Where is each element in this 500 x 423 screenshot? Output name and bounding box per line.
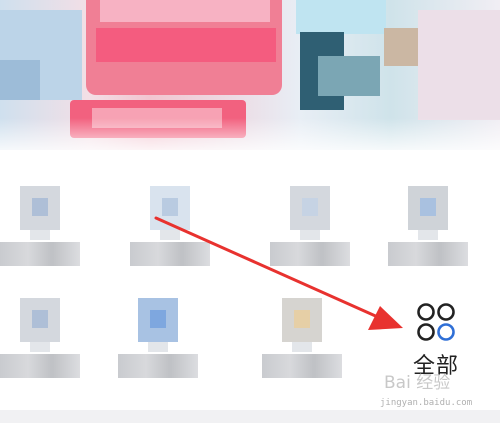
category-label bbox=[270, 242, 350, 266]
category-icon bbox=[20, 298, 60, 342]
category-icon bbox=[20, 186, 60, 230]
category-label bbox=[118, 354, 198, 378]
bottom-divider bbox=[0, 410, 500, 423]
category-item-4[interactable] bbox=[388, 186, 468, 276]
promo-banner[interactable] bbox=[0, 0, 500, 150]
banner-image-right bbox=[418, 10, 500, 120]
watermark-url: jingyan.baidu.com bbox=[380, 398, 473, 408]
banner-pink-header bbox=[100, 0, 270, 22]
category-item-3[interactable] bbox=[270, 186, 350, 276]
category-icon bbox=[150, 186, 190, 230]
banner-image-figure-detail bbox=[318, 56, 380, 96]
category-icon bbox=[138, 298, 178, 342]
banner-image-sky bbox=[296, 0, 386, 34]
category-label bbox=[262, 354, 342, 378]
category-item-2[interactable] bbox=[130, 186, 210, 276]
banner-image-left-detail bbox=[0, 60, 40, 100]
category-item-1[interactable] bbox=[0, 186, 80, 276]
category-item-6[interactable] bbox=[118, 298, 198, 388]
banner-fade bbox=[0, 118, 500, 150]
watermark-brand: Bai 经验 bbox=[384, 373, 451, 393]
category-label bbox=[0, 354, 80, 378]
category-icon bbox=[290, 186, 330, 230]
category-label bbox=[388, 242, 468, 266]
category-label bbox=[0, 242, 80, 266]
grid-four-circles-icon bbox=[417, 303, 455, 341]
category-item-5[interactable] bbox=[0, 298, 80, 388]
category-icon bbox=[282, 298, 322, 342]
category-item-7[interactable] bbox=[262, 298, 342, 388]
category-icon bbox=[408, 186, 448, 230]
category-label bbox=[130, 242, 210, 266]
banner-headline-block bbox=[96, 28, 276, 62]
